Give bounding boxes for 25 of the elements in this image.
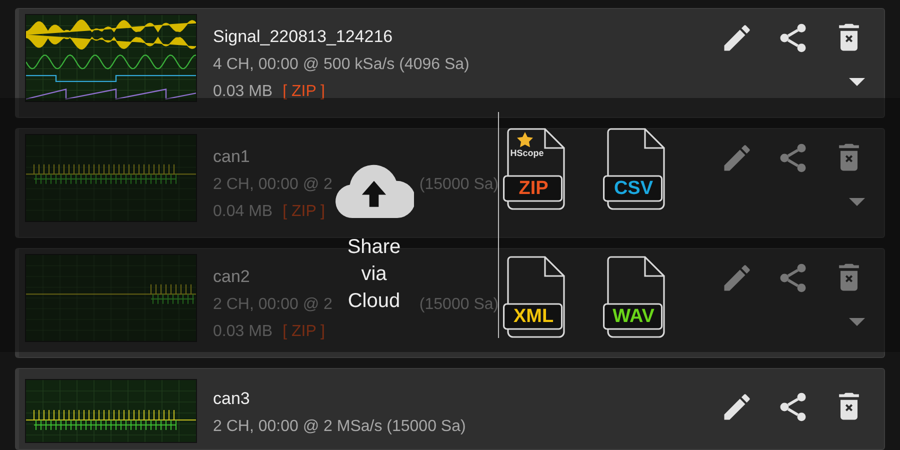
recording-info: 2 CH, 00:00 @ 2 <box>213 176 332 194</box>
file-size: 0.04 MB <box>213 203 273 220</box>
share-via-cloud-label: Share via Cloud <box>346 235 402 314</box>
file-size: 0.03 MB <box>213 83 273 100</box>
file-format-button[interactable]: HScope ZIP <box>503 128 569 210</box>
cloud-upload-icon[interactable] <box>334 164 414 220</box>
file-format-button[interactable]: CSV <box>603 128 669 210</box>
file-format: [ ZIP ] <box>282 83 325 100</box>
file-format-button[interactable]: XML <box>503 256 569 338</box>
recording-info: 4 CH, 00:00 @ 500 kSa/s (4096 Sa) <box>213 56 470 74</box>
recording-info: 2 CH, 00:00 @ 2 <box>213 296 332 314</box>
star-icon <box>517 132 533 148</box>
recording-info: (15000 Sa) <box>419 176 499 194</box>
file-format: [ ZIP ] <box>282 203 325 220</box>
recording-info: 2 CH, 00:00 @ 2 MSa/s (15000 Sa) <box>213 418 466 436</box>
brand-label: HScope <box>509 148 545 158</box>
recording-name: can3 <box>213 389 250 409</box>
expand-icon[interactable] <box>849 78 865 86</box>
recording-name: Signal_220813_124216 <box>213 27 393 47</box>
file-format: [ ZIP ] <box>282 323 325 340</box>
file-format-button[interactable]: WAV <box>603 256 669 338</box>
recording-name: can2 <box>213 267 250 287</box>
recording-info: (15000 Sa) <box>419 296 499 314</box>
recording-name: can1 <box>213 147 250 167</box>
file-size: 0.03 MB <box>213 323 273 340</box>
